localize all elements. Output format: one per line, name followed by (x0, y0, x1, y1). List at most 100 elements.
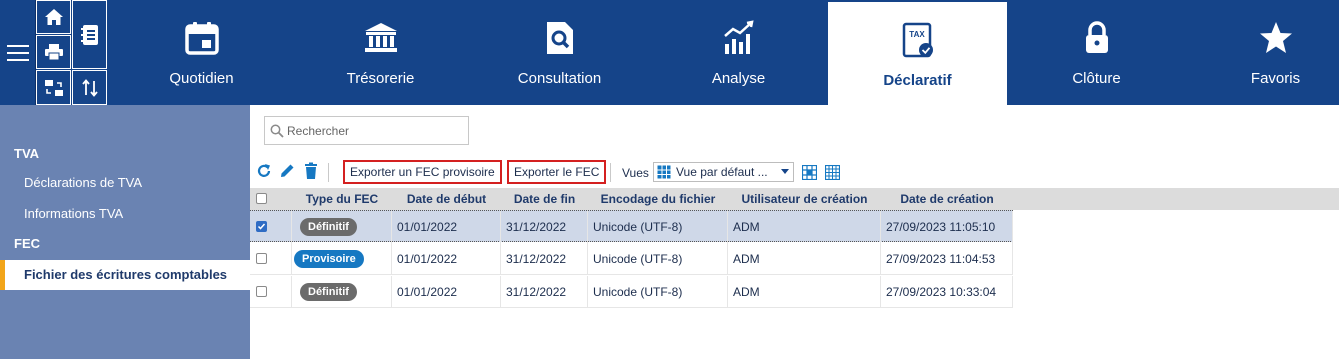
cell-user: ADM (728, 243, 881, 275)
grid-settings-icon (825, 165, 840, 180)
edit-button[interactable] (278, 162, 296, 180)
sidebar-item-informations-tva[interactable]: Informations TVA (0, 206, 250, 221)
transfer-icon (44, 79, 63, 96)
cell-encoding: Unicode (UTF-8) (588, 276, 728, 308)
row-indicator (272, 243, 292, 275)
select-all-checkbox[interactable] (256, 193, 267, 204)
grid-edit-icon (802, 165, 817, 180)
sidebar-section-tva: TVA (14, 146, 40, 161)
sidebar: TVA Déclarations de TVA Informations TVA… (0, 105, 250, 359)
save-view-button[interactable] (802, 165, 817, 180)
toolbar-separator (610, 163, 611, 182)
nav-cloture[interactable]: Clôture (1007, 0, 1186, 105)
toolbar: Exporter un FEC provisoire Exporter le F… (250, 158, 1339, 187)
table-row[interactable]: Provisoire 01/01/2022 31/12/2022 Unicode… (250, 243, 1013, 275)
nav-analyse[interactable]: Analyse (649, 0, 828, 105)
row-indicator (272, 211, 292, 243)
document-search-icon (546, 22, 573, 54)
cell-start-date: 01/01/2022 (392, 243, 501, 275)
tax-icon-text: TAX (909, 30, 925, 39)
cell-end-date: 31/12/2022 (501, 211, 588, 243)
search-box (264, 116, 469, 145)
nav-declaratif[interactable]: TAX Déclaratif (828, 2, 1007, 105)
row-checkbox[interactable] (256, 286, 267, 297)
swap-button[interactable] (72, 70, 107, 105)
table-row[interactable]: Définitif 01/01/2022 31/12/2022 Unicode … (250, 276, 1013, 308)
main-content: Exporter un FEC provisoire Exporter le F… (250, 105, 1339, 359)
cell-type: Définitif (292, 276, 392, 308)
lock-icon (1085, 21, 1108, 53)
nav-label: Favoris (1250, 70, 1301, 87)
star-icon (1259, 22, 1292, 53)
quick-access-grid (36, 0, 108, 105)
nav-quotidien[interactable]: Quotidien (112, 0, 291, 105)
check-icon (257, 223, 266, 230)
search-icon (270, 124, 284, 138)
views-dropdown[interactable]: Vue par défaut ... (653, 162, 794, 182)
search-input[interactable] (287, 123, 462, 138)
table-header: Type du FEC Date de début Date de fin En… (250, 188, 1339, 210)
status-badge: Provisoire (294, 250, 364, 268)
cell-end-date: 31/12/2022 (501, 243, 588, 275)
chevron-down-icon (781, 169, 789, 174)
address-book-icon (80, 24, 98, 45)
views-selected-value: Vue par défaut ... (676, 165, 768, 179)
cell-start-date: 01/01/2022 (392, 211, 501, 243)
cell-type: Provisoire (292, 243, 392, 275)
menu-button[interactable] (0, 0, 36, 105)
sidebar-item-fichier-ecritures[interactable]: Fichier des écritures comptables (0, 260, 250, 290)
nav-label: Quotidien (169, 70, 234, 87)
row-checkbox[interactable] (256, 221, 267, 232)
bar-chart-icon (723, 20, 754, 54)
cell-created-at: 27/09/2023 11:05:10 (881, 211, 1013, 243)
cell-created-at: 27/09/2023 10:33:04 (881, 276, 1013, 308)
home-button[interactable] (36, 0, 71, 34)
cell-end-date: 31/12/2022 (501, 276, 588, 308)
nav-favoris[interactable]: Favoris (1186, 0, 1339, 105)
refresh-button[interactable] (256, 163, 272, 179)
manage-views-button[interactable] (825, 165, 840, 180)
nav-consultation[interactable]: Consultation (470, 0, 649, 105)
cell-created-at: 27/09/2023 11:04:53 (881, 243, 1013, 275)
nav-tresorerie[interactable]: Trésorerie (291, 0, 470, 105)
refresh-icon (257, 164, 271, 177)
nav-label: Trésorerie (346, 70, 415, 87)
column-header-created-at[interactable]: Date de création (881, 188, 1013, 210)
column-header-start-date[interactable]: Date de début (392, 188, 501, 210)
status-badge: Définitif (300, 283, 357, 301)
nav-label: Consultation (517, 70, 602, 87)
status-badge: Définitif (300, 218, 357, 236)
column-header-encoding[interactable]: Encodage du fichier (588, 188, 728, 210)
export-provisional-fec-button[interactable]: Exporter un FEC provisoire (343, 160, 502, 184)
column-header-end-date[interactable]: Date de fin (501, 188, 588, 210)
sidebar-section-fec: FEC (14, 236, 40, 251)
row-checkbox[interactable] (256, 253, 267, 264)
sidebar-item-declarations-tva[interactable]: Déclarations de TVA (0, 175, 250, 190)
delete-button[interactable] (303, 162, 319, 180)
cell-encoding: Unicode (UTF-8) (588, 211, 728, 243)
tax-icon: TAX (902, 22, 933, 58)
address-book-button[interactable] (72, 0, 107, 69)
export-fec-button[interactable]: Exporter le FEC (507, 160, 607, 184)
column-header-type[interactable]: Type du FEC (292, 188, 392, 210)
pencil-icon (281, 164, 294, 177)
swap-arrows-icon (81, 78, 98, 97)
views-label: Vues (622, 166, 649, 180)
nav-label: Clôture (1072, 70, 1121, 87)
print-icon (44, 44, 63, 61)
table-row[interactable]: Définitif 01/01/2022 31/12/2022 Unicode … (250, 210, 1013, 243)
print-button[interactable] (36, 35, 71, 69)
home-icon (44, 9, 63, 25)
grid-view-icon (657, 165, 671, 179)
nav-label: Déclaratif (883, 72, 952, 89)
trash-icon (305, 162, 317, 179)
nav-label: Analyse (711, 70, 766, 87)
cell-user: ADM (728, 211, 881, 243)
bank-icon (364, 23, 397, 52)
cell-type: Définitif (292, 211, 392, 243)
column-header-created-by[interactable]: Utilisateur de création (728, 188, 881, 210)
transfer-button[interactable] (36, 70, 71, 105)
main-navigation: Quotidien Trésorerie Consultation Analys… (112, 0, 1339, 105)
hamburger-icon (6, 44, 29, 61)
cell-user: ADM (728, 276, 881, 308)
